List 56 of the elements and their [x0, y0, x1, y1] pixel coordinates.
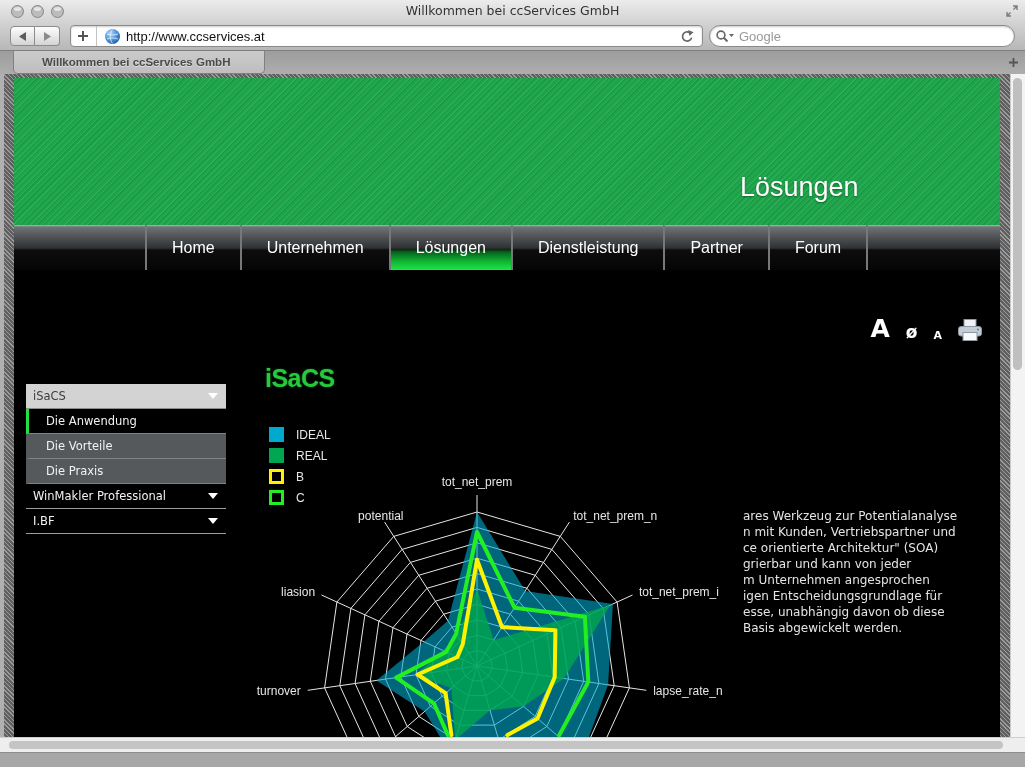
search-input[interactable]: Google — [734, 28, 1006, 44]
text-line: igen Entscheidungsgrundlage für — [743, 588, 943, 604]
window-title: Willkommen bei ccServices GmbH — [405, 4, 620, 18]
plus-icon[interactable] — [1009, 58, 1018, 67]
browser-tab[interactable]: Willkommen bei ccServices GmbH — [13, 51, 265, 74]
search-bar[interactable]: Google — [709, 25, 1015, 47]
axis-label: tot_net_prem_n — [573, 509, 658, 524]
text-line: ares Werkzeug zur Potentialanalyse — [743, 508, 958, 524]
axis-label: lapse_rate_n — [653, 684, 723, 699]
text-line: m Unternehmen angesprochen — [743, 572, 930, 588]
close-button[interactable] — [11, 4, 24, 18]
horizontal-scrollbar[interactable] — [0, 737, 1025, 752]
nav-link[interactable]: Lösungen — [388, 225, 511, 270]
sidebar-item[interactable]: iSaCS — [26, 384, 226, 409]
reload-icon[interactable] — [681, 29, 694, 43]
back-icon — [19, 31, 26, 41]
address-bar[interactable]: http://www.ccservices.at — [70, 25, 703, 47]
submenu-item[interactable]: Die Vorteile — [26, 434, 226, 459]
submenu-item[interactable]: Die Praxis — [26, 459, 226, 484]
axis-label: liasion — [281, 585, 316, 600]
text-line: n mit Kunden, Vertriebspartner und — [743, 524, 956, 540]
axis-label: tot_net_prem_i — [638, 585, 719, 600]
back-button[interactable] — [10, 26, 35, 46]
text-line: esse, unabhängig davon ob diese — [743, 604, 945, 620]
fullscreen-icon[interactable] — [1006, 5, 1018, 17]
scrollbar-thumb[interactable] — [1013, 78, 1022, 370]
zoom-button[interactable] — [51, 4, 64, 18]
legend-label: B — [296, 470, 304, 484]
url-input[interactable]: http://www.ccservices.at — [120, 28, 681, 44]
text-line: Basis abgewickelt werden. — [743, 620, 903, 636]
printer-icon[interactable] — [958, 319, 982, 341]
text-size-decrease-link[interactable]: A — [933, 330, 942, 341]
legend-label: REAL — [296, 449, 328, 463]
axis-label: tot_net_prem — [441, 475, 513, 489]
caret-icon — [208, 393, 218, 399]
submenu-item[interactable]: Die Anwendung — [26, 409, 226, 434]
text-size-increase-link[interactable]: A — [870, 316, 890, 341]
banner-title: Lösungen — [740, 174, 859, 201]
globe-icon — [105, 28, 120, 44]
site-logo: iSaCS — [265, 363, 335, 394]
axis-label: potential — [358, 509, 404, 524]
caret-icon — [208, 493, 218, 499]
vertical-scrollbar[interactable] — [1010, 74, 1025, 737]
plus-icon[interactable] — [78, 31, 88, 41]
text-size-reset-link[interactable]: ø — [905, 324, 918, 341]
forward-icon — [43, 31, 51, 41]
text-line: grierbar und kann von jeder — [743, 556, 912, 572]
axis-label: turnover — [256, 684, 301, 699]
forward-button[interactable] — [35, 26, 60, 46]
scrollbar-thumb[interactable] — [9, 741, 1003, 749]
minimize-button[interactable] — [31, 4, 44, 18]
caret-icon — [208, 518, 218, 524]
legend-label: C — [296, 491, 305, 505]
search-icon — [716, 30, 734, 42]
legend-label: IDEAL — [296, 428, 331, 442]
text-line: ce orientierte Architektur" (SOA) — [743, 540, 939, 556]
